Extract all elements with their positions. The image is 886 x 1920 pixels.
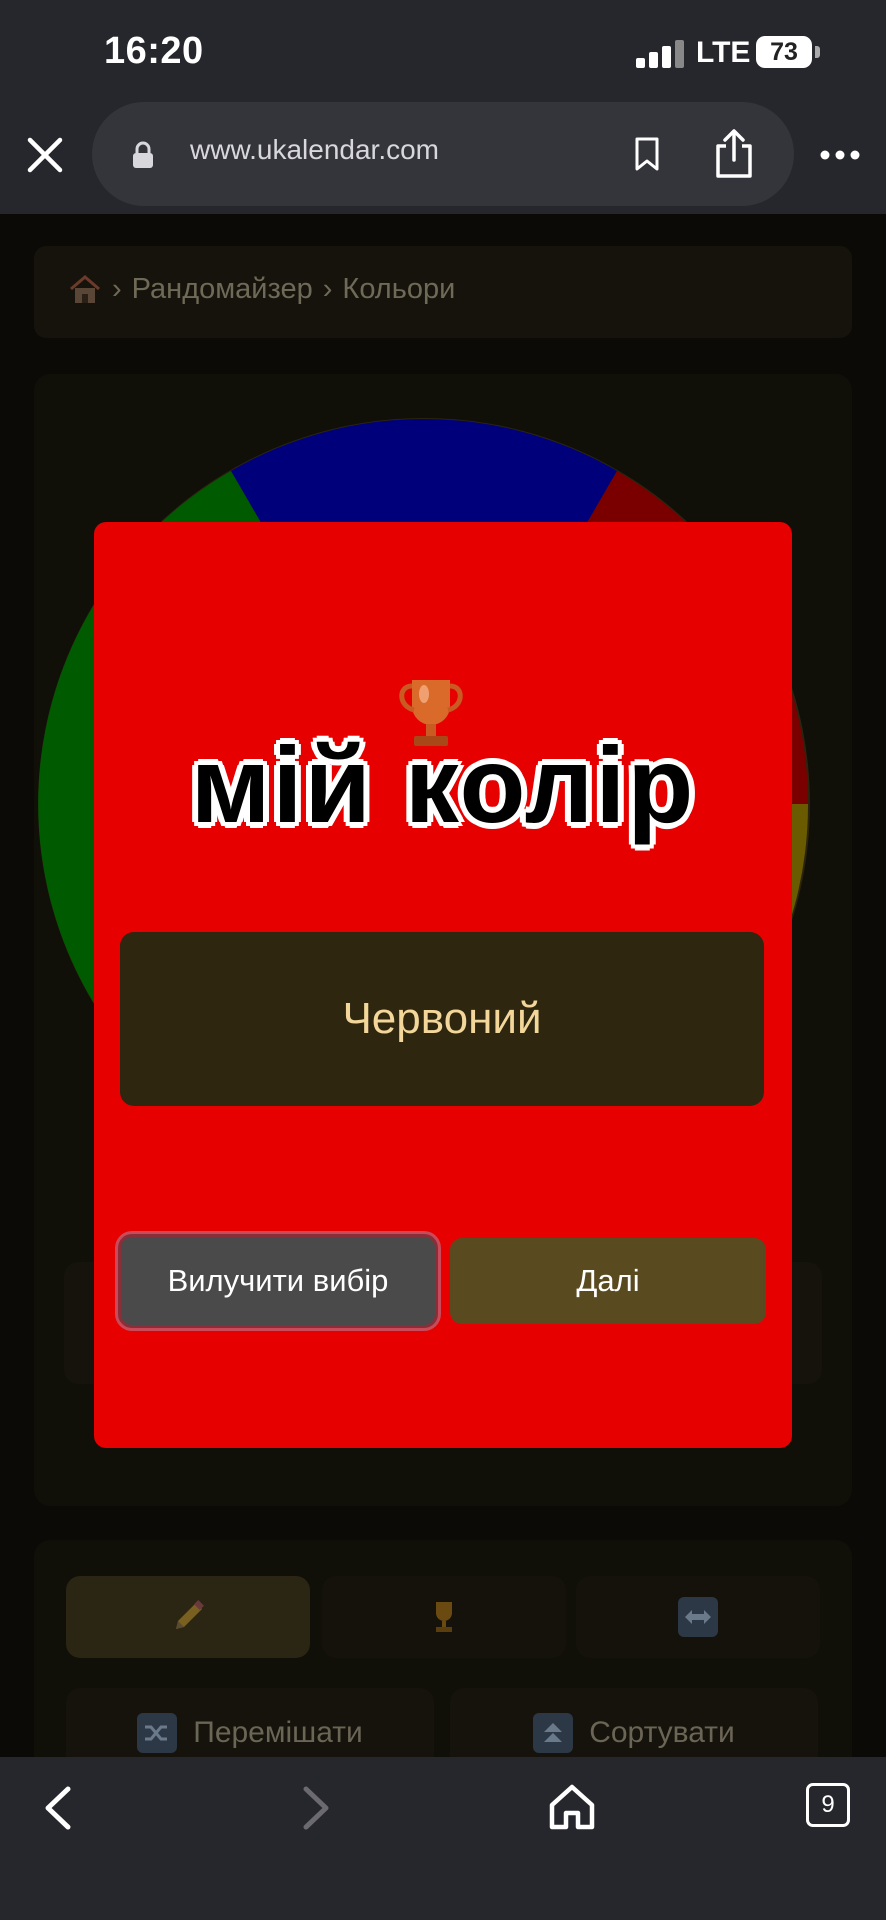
- shuffle-label: Перемішати: [193, 1716, 363, 1749]
- breadcrumb-separator: ›: [112, 272, 122, 305]
- home-icon[interactable]: [68, 272, 102, 306]
- battery-nub: [815, 46, 820, 58]
- sort-label: Сортувати: [589, 1716, 735, 1749]
- remove-choice-button[interactable]: Вилучити вибір: [118, 1234, 438, 1328]
- sort-icon: [533, 1713, 574, 1753]
- share-icon[interactable]: [712, 128, 756, 180]
- url-text: www.ukalendar.com: [190, 134, 440, 165]
- breadcrumb-item-randomizer[interactable]: Рандомайзер: [132, 273, 313, 306]
- swap-icon: [678, 1597, 718, 1637]
- breadcrumb: › Рандомайзер › Кольори: [34, 246, 852, 338]
- lock-icon: [133, 141, 153, 168]
- result-modal: мій колір Червоний Вилучити вибір Далі: [94, 522, 792, 1448]
- pencil-icon: [176, 1600, 204, 1629]
- result-value: Червоний: [120, 932, 764, 1106]
- more-icon[interactable]: [818, 148, 862, 162]
- network-type: LTE: [696, 36, 751, 69]
- shuffle-icon: [137, 1713, 178, 1753]
- next-button[interactable]: Далі: [450, 1238, 766, 1324]
- shuffle-button[interactable]: Перемішати: [66, 1688, 434, 1757]
- browser-toolbar: www.ukalendar.com: [0, 100, 886, 214]
- tab-winners[interactable]: [322, 1576, 566, 1658]
- tabs-button[interactable]: 9: [806, 1783, 850, 1827]
- breadcrumb-item-colors[interactable]: Кольори: [342, 273, 455, 306]
- trophy-icon: [436, 1602, 452, 1632]
- browser-bottom-toolbar: 9: [0, 1757, 886, 1920]
- battery-icon: 73: [756, 36, 812, 68]
- sort-button[interactable]: Сортувати: [450, 1688, 818, 1757]
- close-icon[interactable]: [20, 130, 70, 180]
- controls-panel: Перемішати Сортувати: [34, 1540, 852, 1757]
- modal-title: мій колір: [190, 724, 696, 845]
- bookmark-icon[interactable]: [632, 136, 662, 172]
- address-bar[interactable]: www.ukalendar.com: [92, 102, 794, 206]
- status-bar: 16:20 LTE 73: [0, 0, 886, 100]
- back-icon[interactable]: [38, 1783, 78, 1833]
- home-icon[interactable]: [546, 1781, 598, 1833]
- tab-count: 9: [821, 1791, 835, 1818]
- battery-level: 73: [770, 38, 798, 66]
- forward-icon[interactable]: [296, 1783, 336, 1833]
- status-time: 16:20: [104, 30, 204, 72]
- tab-edit[interactable]: [66, 1576, 310, 1658]
- breadcrumb-separator: ›: [322, 272, 333, 305]
- signal-icon: [636, 40, 686, 68]
- tab-swap[interactable]: [576, 1576, 820, 1658]
